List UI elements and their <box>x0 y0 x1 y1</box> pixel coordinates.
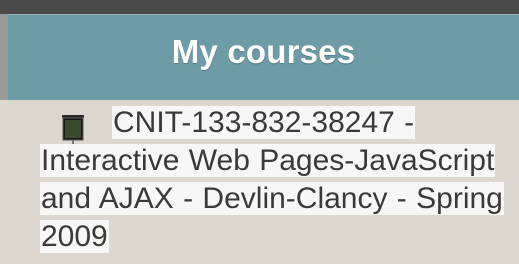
my-courses-block-content: CNIT-133-832-38247 - Interactive Web Pag… <box>0 100 519 264</box>
course-list-item: CNIT-133-832-38247 - Interactive Web Pag… <box>0 100 519 264</box>
left-edge <box>0 14 8 100</box>
my-courses-block-header: My courses <box>8 14 519 101</box>
block-title: My courses <box>171 33 356 70</box>
top-bar <box>0 0 519 14</box>
course-link-label: CNIT-133-832-38247 - Interactive Web Pag… <box>40 106 504 253</box>
course-link[interactable]: CNIT-133-832-38247 - Interactive Web Pag… <box>40 104 510 256</box>
